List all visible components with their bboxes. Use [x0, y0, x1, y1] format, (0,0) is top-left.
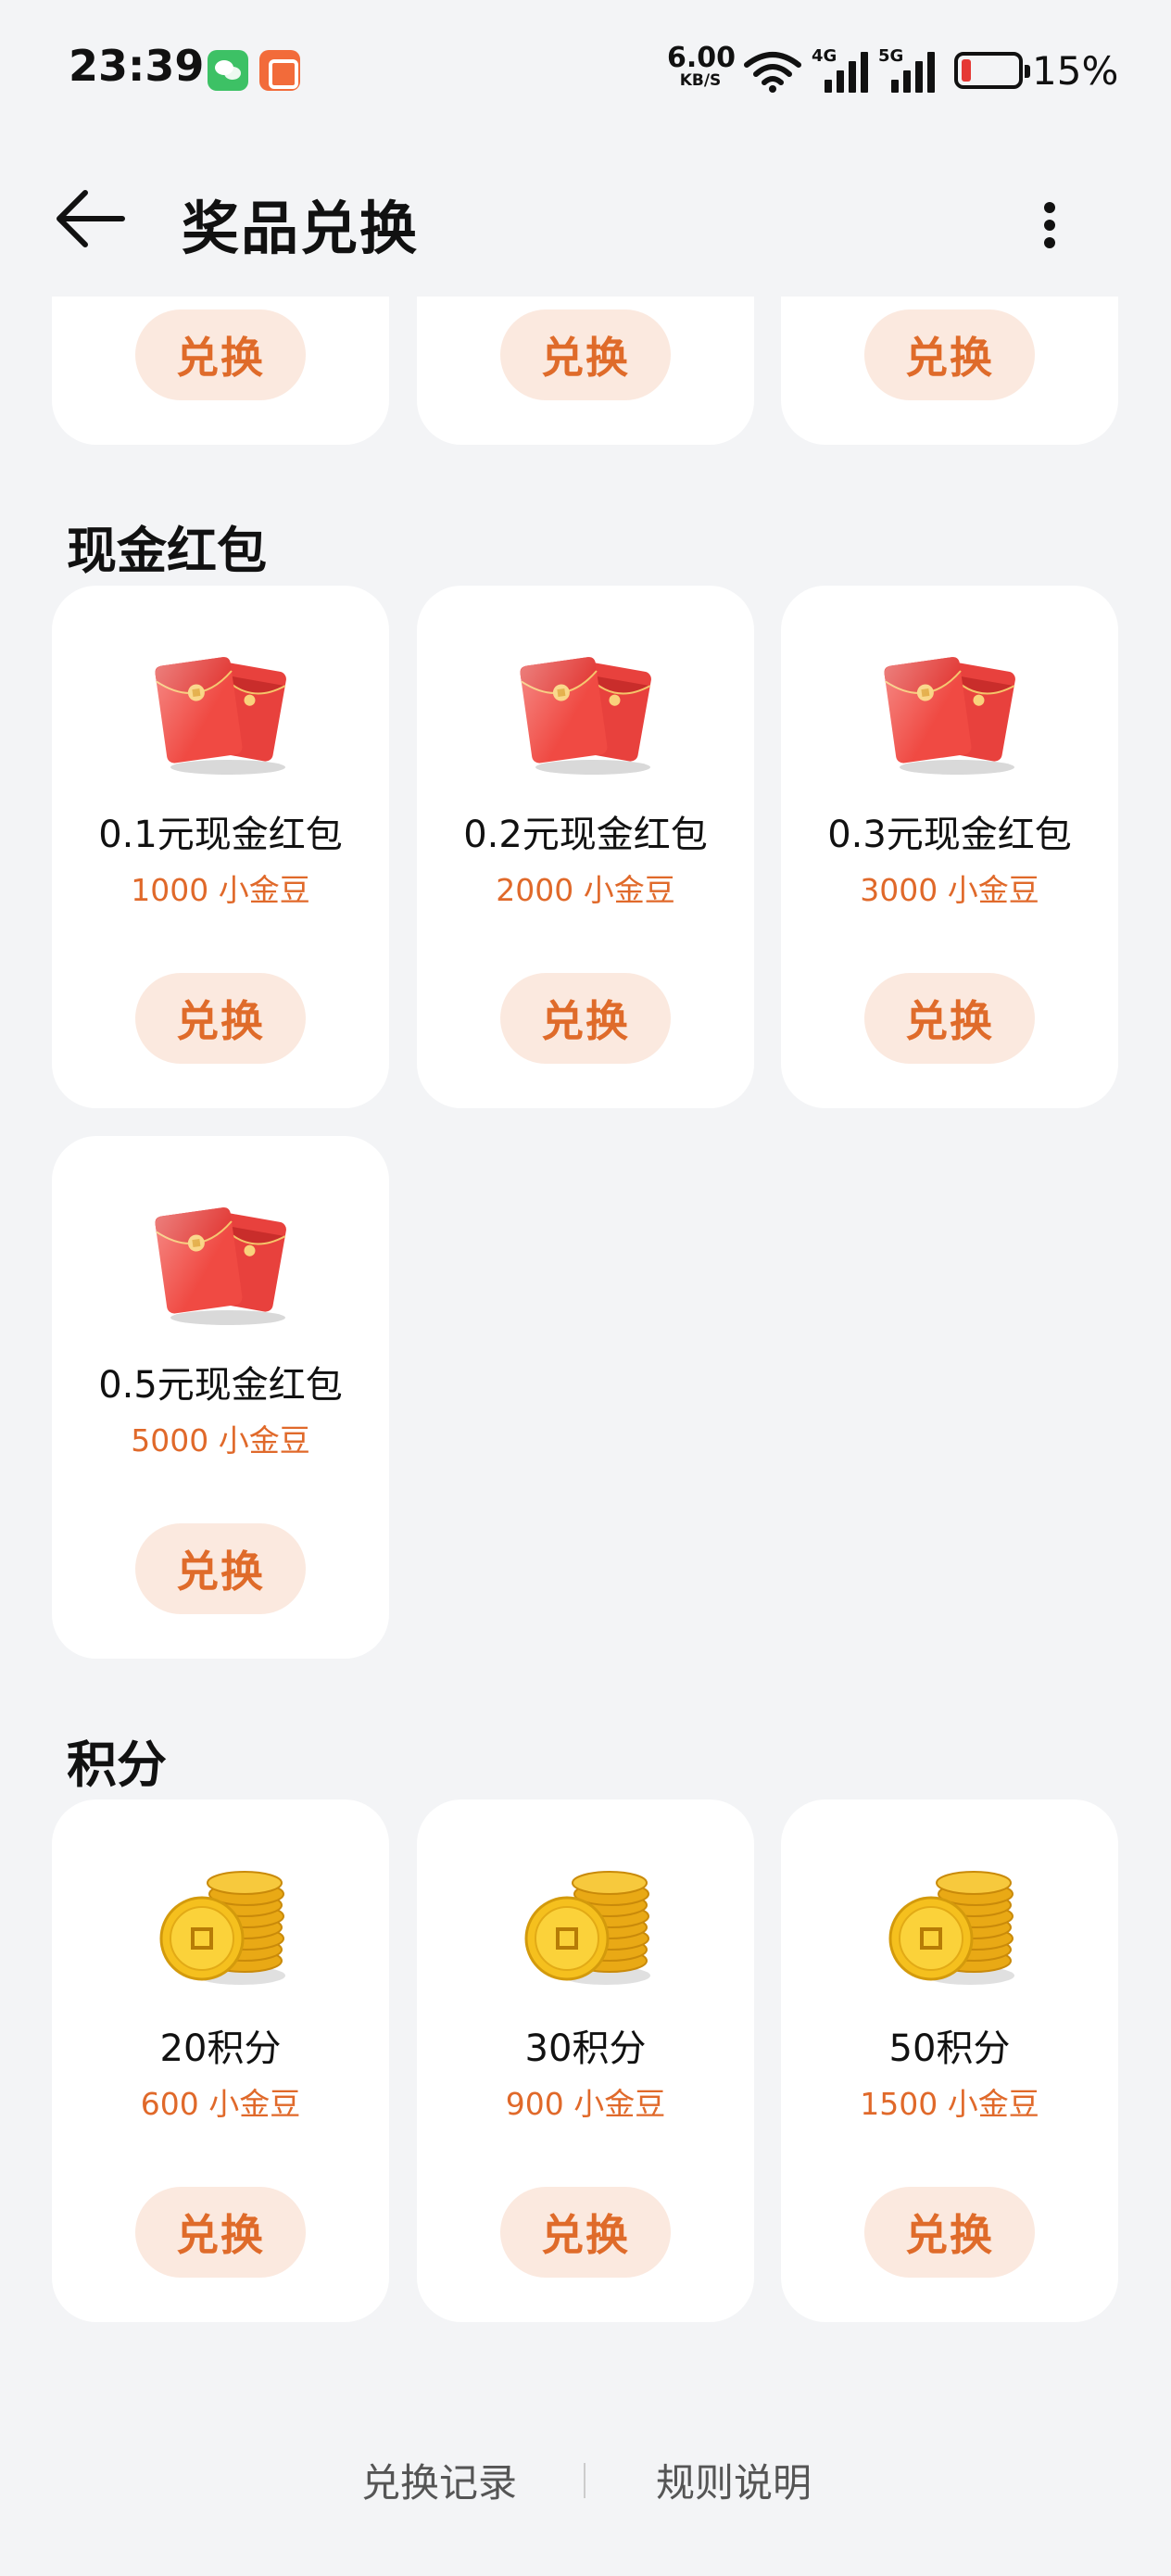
- section-title-points: 积分: [67, 1736, 167, 1794]
- wifi-icon: [744, 52, 801, 93]
- prize-cost: 3000 小金豆: [860, 872, 1039, 908]
- gold-coins-icon: [148, 1859, 293, 1989]
- prize-cost: 2000 小金豆: [496, 872, 675, 908]
- status-time: 23:39: [69, 41, 205, 91]
- redeem-button[interactable]: 兑换: [135, 973, 306, 1064]
- prize-card[interactable]: 20积分 600 小金豆 兑换: [52, 1799, 389, 2322]
- page-title: 奖品兑换: [182, 195, 420, 262]
- network-speed-value: 6.00: [667, 42, 737, 74]
- signal-4g-label: 4G: [812, 46, 837, 66]
- gold-coins-icon: [513, 1859, 658, 1989]
- signal-4g-icon: 4G: [812, 46, 873, 93]
- redeem-button[interactable]: 兑换: [135, 309, 306, 400]
- prize-card-partial: 兑换: [781, 297, 1118, 445]
- redeem-button[interactable]: 兑换: [864, 309, 1035, 400]
- prize-card-partial: 兑换: [52, 297, 389, 445]
- footer-links: 兑换记录 规则说明: [0, 2426, 1171, 2537]
- back-arrow-icon[interactable]: [52, 180, 130, 258]
- section-title-cash-red-packet: 现金红包: [67, 522, 267, 580]
- prize-card[interactable]: 30积分 900 小金豆 兑换: [417, 1799, 754, 2322]
- redeem-button[interactable]: 兑换: [135, 2187, 306, 2278]
- more-vertical-icon[interactable]: [1026, 185, 1073, 263]
- prize-name: 30积分: [524, 2027, 647, 2070]
- redeem-record-link[interactable]: 兑换记录: [361, 2452, 517, 2508]
- footer-divider: [584, 2463, 586, 2498]
- battery-percentage: 15%: [1032, 48, 1119, 94]
- redeem-button[interactable]: 兑换: [864, 973, 1035, 1064]
- app-header: 奖品兑换: [0, 139, 1171, 297]
- signal-5g-label: 5G: [878, 46, 904, 66]
- prize-cost: 1000 小金豆: [131, 872, 310, 908]
- prize-cost: 600 小金豆: [140, 2086, 301, 2122]
- prize-cost: 1500 小金豆: [860, 2086, 1039, 2122]
- red-envelope-icon: [148, 1199, 293, 1329]
- battery-icon: [954, 52, 1030, 89]
- red-envelope-icon: [148, 649, 293, 778]
- wechat-icon: [208, 50, 248, 91]
- rules-link[interactable]: 规则说明: [656, 2452, 812, 2508]
- status-bar: 23:39 6.00 KB/S 4G 5G 15%: [0, 0, 1171, 139]
- prize-card[interactable]: 0.2元现金红包 2000 小金豆 兑换: [417, 586, 754, 1108]
- prize-card-partial: 兑换: [417, 297, 754, 445]
- prize-card[interactable]: 0.3元现金红包 3000 小金豆 兑换: [781, 586, 1118, 1108]
- network-speed-unit: KB/S: [679, 71, 722, 90]
- prize-name: 20积分: [159, 2027, 282, 2070]
- prize-name: 50积分: [888, 2027, 1011, 2070]
- redeem-button[interactable]: 兑换: [500, 309, 671, 400]
- prize-cost: 5000 小金豆: [131, 1422, 310, 1458]
- prize-cost: 900 小金豆: [505, 2086, 666, 2122]
- prize-name: 0.5元现金红包: [98, 1364, 343, 1407]
- prize-list[interactable]: 兑换 兑换 兑换 现金红包 0.1元现金红包 1000 小金豆 兑换 0.2元现…: [0, 297, 1171, 2576]
- signal-5g-icon: 5G: [878, 46, 939, 93]
- gold-coins-icon: [877, 1859, 1022, 1989]
- kuaishou-icon: [259, 50, 300, 91]
- red-envelope-icon: [513, 649, 658, 778]
- prize-card[interactable]: 0.5元现金红包 5000 小金豆 兑换: [52, 1136, 389, 1659]
- redeem-button[interactable]: 兑换: [500, 2187, 671, 2278]
- prize-name: 0.2元现金红包: [463, 814, 708, 856]
- redeem-button[interactable]: 兑换: [135, 1523, 306, 1614]
- network-speed: 6.00 KB/S: [667, 42, 737, 90]
- red-envelope-icon: [877, 649, 1022, 778]
- prize-card[interactable]: 50积分 1500 小金豆 兑换: [781, 1799, 1118, 2322]
- prize-card[interactable]: 0.1元现金红包 1000 小金豆 兑换: [52, 586, 389, 1108]
- redeem-button[interactable]: 兑换: [500, 973, 671, 1064]
- redeem-button[interactable]: 兑换: [864, 2187, 1035, 2278]
- prize-name: 0.1元现金红包: [98, 814, 343, 856]
- prize-name: 0.3元现金红包: [827, 814, 1072, 856]
